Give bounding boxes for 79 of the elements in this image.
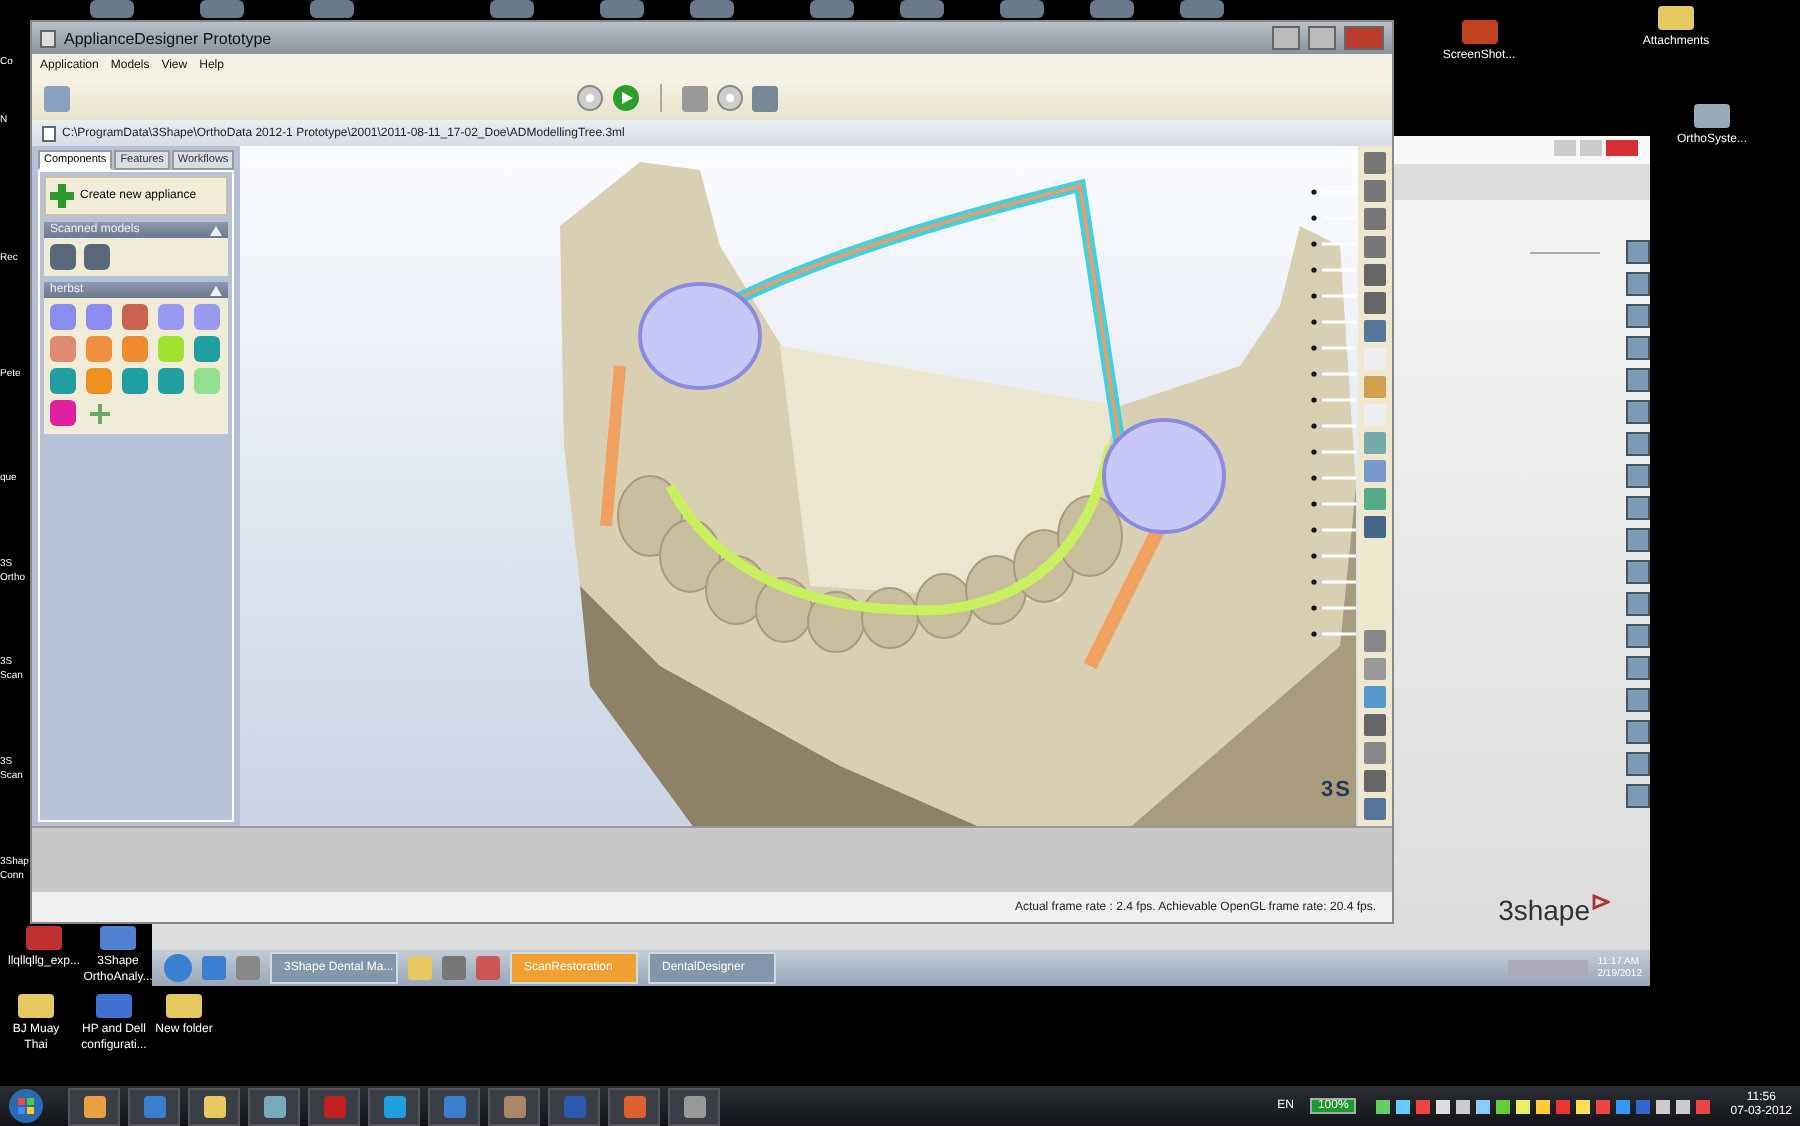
toolbar-icon[interactable] [1626,464,1650,488]
toolbar-icon[interactable] [1626,336,1650,360]
component-icon[interactable] [86,304,112,330]
toolbar-icon[interactable] [1626,624,1650,648]
toolbar-icon[interactable] [1626,560,1650,584]
toolbar-icon[interactable] [1626,528,1650,552]
toolbar-icon[interactable] [1364,264,1386,286]
component-icon[interactable] [122,336,148,362]
toolbar-icon[interactable] [1626,304,1650,328]
toolbar-icon[interactable] [682,85,708,111]
toolbar-icon[interactable] [1626,368,1650,392]
component-icon[interactable] [86,368,112,394]
desktop-icon[interactable] [310,0,354,18]
toolbar-icon[interactable] [44,85,70,111]
toolbar-icon[interactable] [1626,432,1650,456]
component-icon[interactable] [50,336,76,362]
start-icon[interactable] [8,1088,44,1124]
component-icon[interactable] [50,368,76,394]
desktop-icon[interactable] [1090,0,1134,18]
triangle-icon [1592,894,1610,910]
desktop-icon[interactable] [900,0,944,18]
desktop-icon[interactable] [200,0,244,18]
window-title: ApplianceDesigner Prototype [64,29,272,47]
document-icon [42,125,56,141]
component-icon[interactable] [86,336,112,362]
taskbar-icon[interactable] [188,1087,240,1125]
toolbar-icon[interactable] [1626,688,1650,712]
taskbar-icon[interactable] [68,1087,120,1125]
desktop-icon[interactable] [1000,0,1044,18]
toolbar-icon[interactable] [1626,592,1650,616]
taskbar-icon[interactable] [488,1087,540,1125]
component-icon[interactable] [194,336,220,362]
desktop-icon[interactable] [600,0,644,18]
disc-icon[interactable] [716,84,744,112]
desktop-icon[interactable] [810,0,854,18]
desktop-icon[interactable] [490,0,534,18]
toolbar-icon[interactable] [1626,240,1650,264]
toolbar-icon[interactable] [1364,714,1386,736]
disc-icon[interactable] [576,84,604,112]
component-icon[interactable] [50,304,76,330]
component-icon[interactable] [194,304,220,330]
toolbar-icon[interactable] [1626,784,1650,808]
component-icon[interactable] [158,304,184,330]
desktop-icon[interactable] [90,0,134,18]
toolbar-icon[interactable] [1626,752,1650,776]
scan-model-icon[interactable] [84,244,110,270]
toolbar-icon[interactable] [1626,656,1650,680]
toolbar-icon[interactable] [1626,400,1650,424]
scan-model-icon[interactable] [50,244,76,270]
taskbar-icon[interactable] [668,1087,720,1125]
logo-text: 3S [1321,778,1352,802]
logo-text: 3shape [1498,894,1610,926]
component-icon[interactable] [158,368,184,394]
desktop-icon[interactable] [1461,20,1497,44]
toolbar-icon[interactable] [1626,720,1650,744]
toolbar-icon[interactable] [1626,272,1650,296]
dental-model-drawing[interactable] [560,162,1356,826]
toolbar-icon[interactable] [1364,516,1386,538]
component-icon[interactable] [50,400,76,426]
taskbar-icon[interactable] [608,1087,660,1125]
toolbar-icon[interactable] [1364,292,1386,314]
add-icon[interactable] [88,402,112,426]
plus-icon [50,184,74,208]
toolbar-icon[interactable] [1626,496,1650,520]
play-icon[interactable] [612,84,640,112]
start-icon[interactable] [164,954,192,982]
component-icon[interactable] [122,368,148,394]
app-icon [40,29,56,47]
window-controls-icon[interactable] [1554,140,1638,156]
component-icon[interactable] [122,304,148,330]
taskbar-icon[interactable] [368,1087,420,1125]
toolbar-icon[interactable] [1364,770,1386,792]
toolbar-icon[interactable] [752,85,778,111]
maximize-button[interactable] [1308,26,1336,50]
desktop-icon[interactable] [690,0,734,18]
minimize-button[interactable] [1272,26,1300,50]
3d-viewport[interactable]: 3S [240,146,1358,826]
taskbar-icon[interactable] [248,1087,300,1125]
desktop-icon[interactable] [1180,0,1224,18]
